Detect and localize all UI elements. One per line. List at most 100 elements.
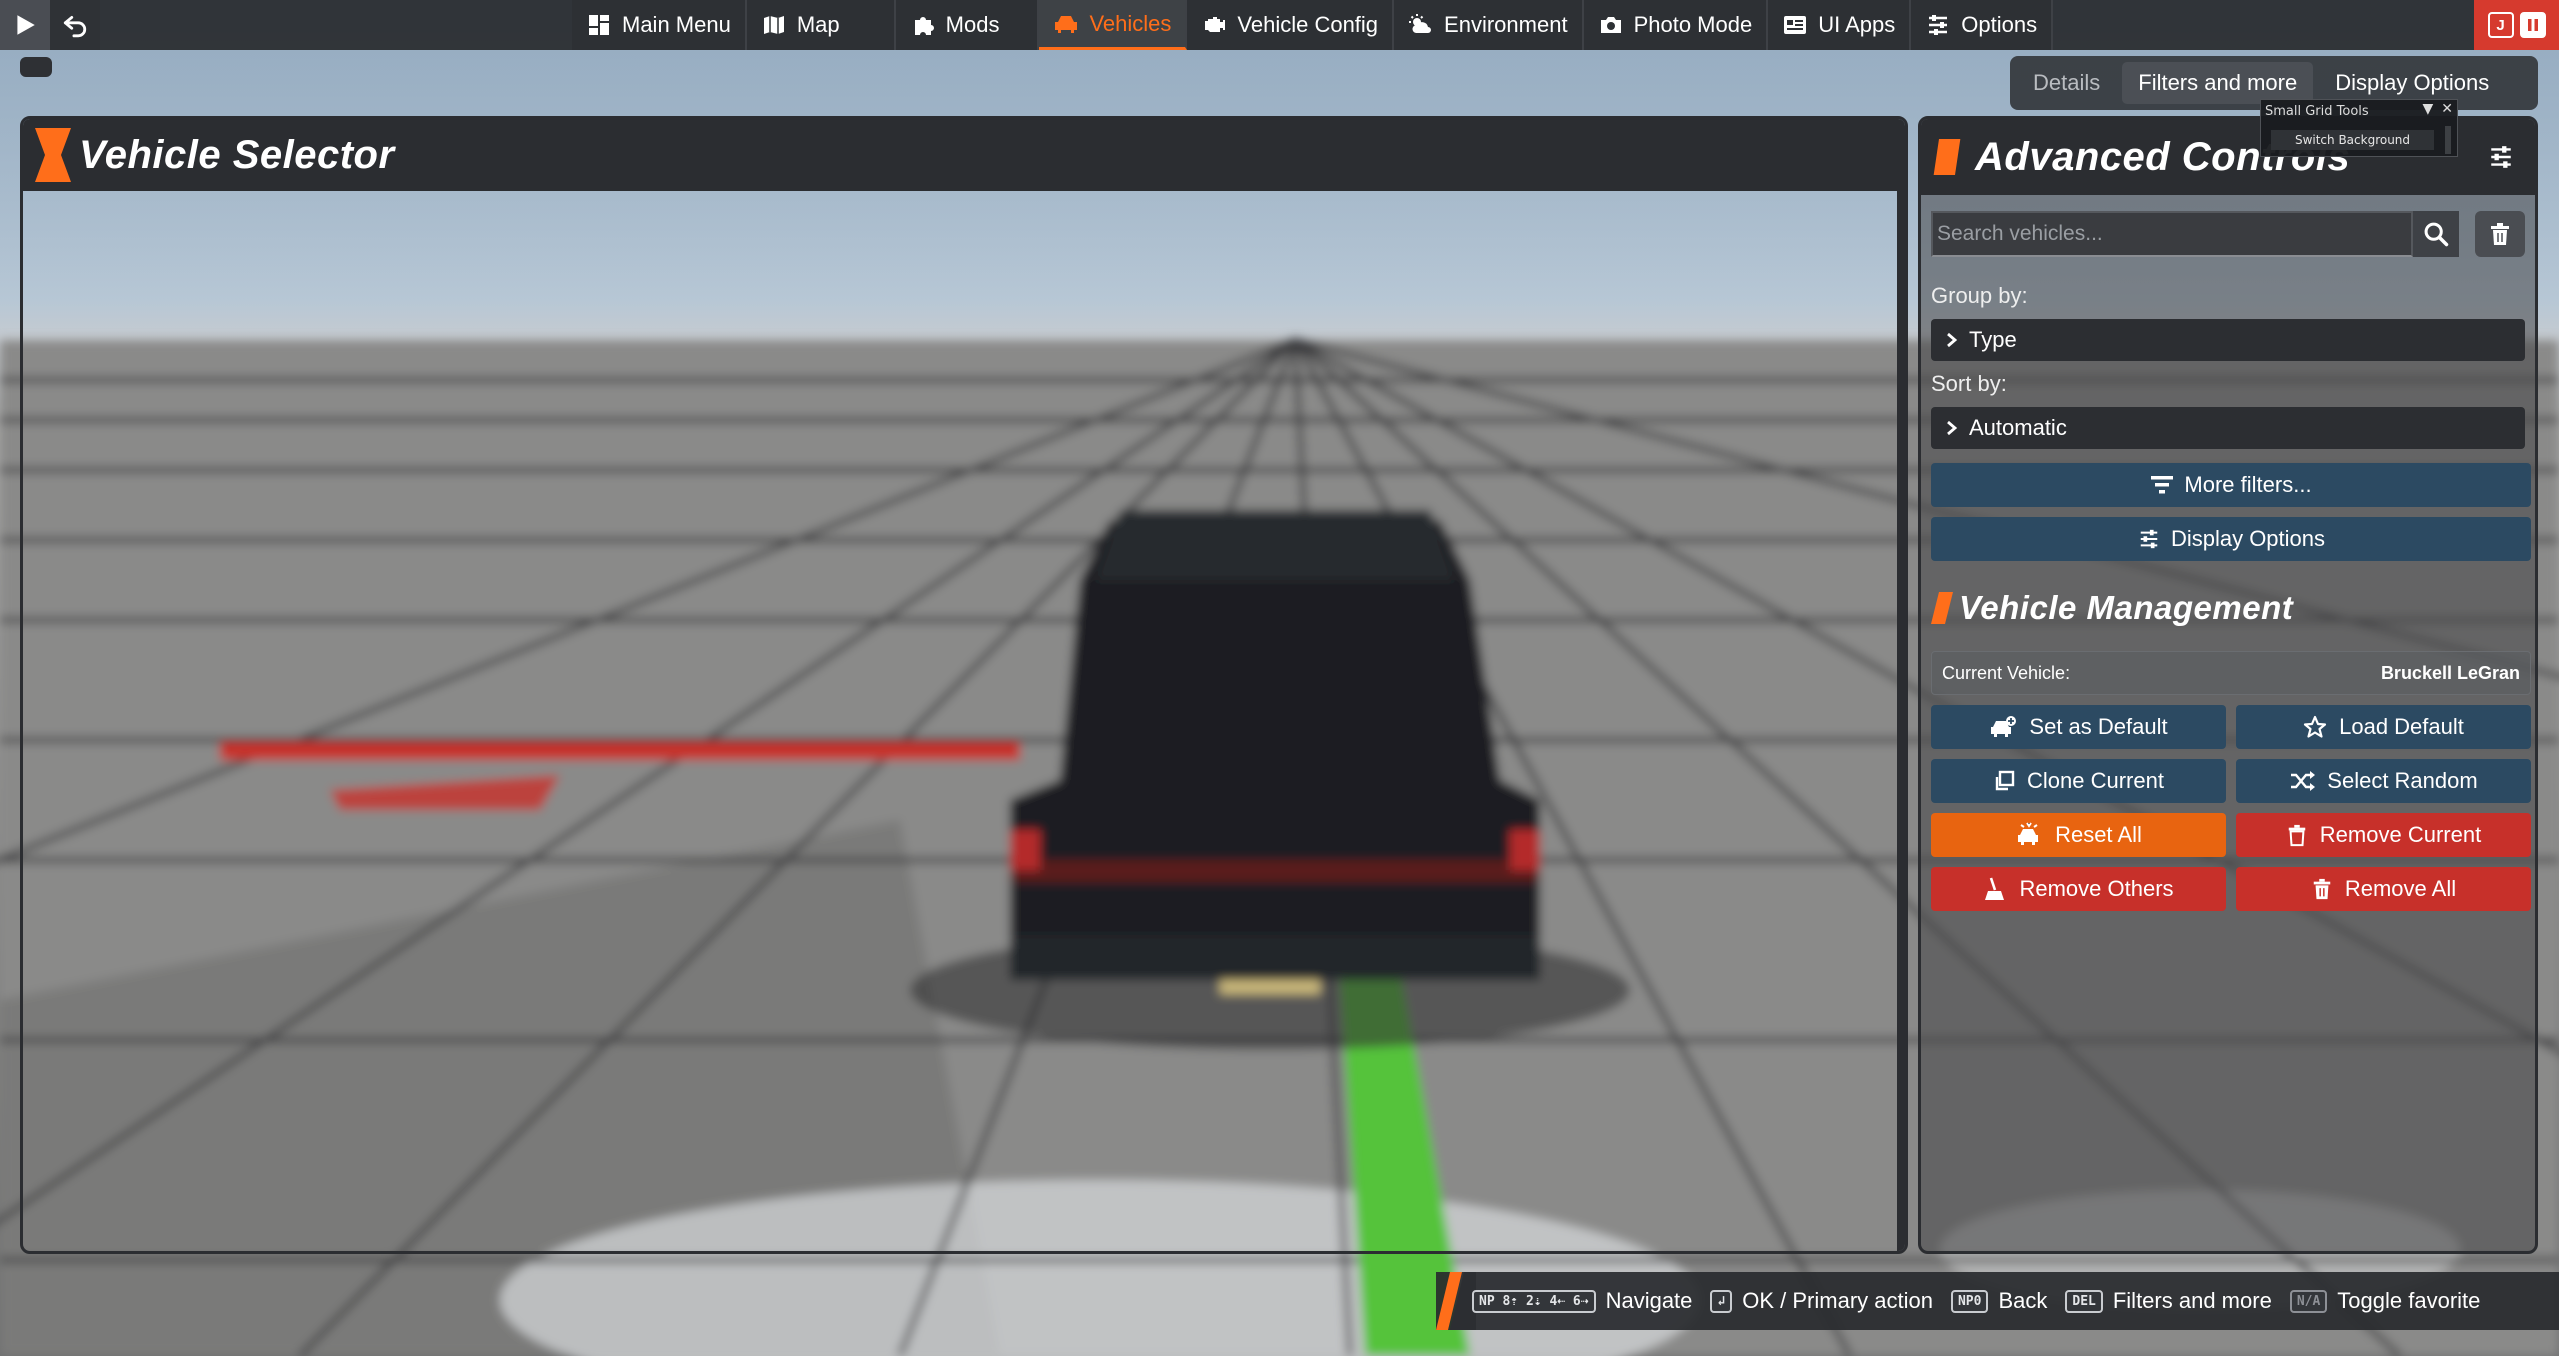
group-by-dropdown[interactable]: Type	[1931, 319, 2525, 361]
j-button[interactable]: J	[2487, 12, 2514, 38]
play-icon	[17, 15, 35, 35]
car-plus-icon	[1991, 716, 2017, 737]
button-label: Remove Current	[2319, 822, 2482, 847]
map-icon	[761, 12, 787, 38]
button-label: Select Random	[2327, 768, 2478, 793]
subtab-details[interactable]: Details	[2017, 62, 2116, 104]
trash-icon	[2313, 878, 2331, 900]
vehicle-selector-header: Vehicle Selector	[23, 119, 1905, 191]
tab-photo-mode[interactable]: Photo Mode	[1583, 0, 1769, 50]
tab-label: Options	[1961, 12, 2038, 37]
small-grid-tools-title: Small Grid Tools	[2265, 104, 2369, 119]
tab-environment[interactable]: Environment	[1394, 0, 1584, 50]
collapsed-indicator[interactable]	[20, 57, 52, 77]
clone-icon	[1995, 770, 2015, 791]
display-options-button[interactable]: Display Options	[1931, 517, 2531, 561]
chevron-right-icon	[1947, 332, 1958, 348]
filter-icon	[2151, 476, 2174, 494]
tab-main-menu[interactable]: Main Menu	[572, 0, 747, 50]
play-button[interactable]	[0, 0, 50, 50]
apps-icon	[1782, 12, 1808, 38]
vehicle-selector-scrollbar[interactable]	[1897, 191, 1905, 1251]
window-controls: J	[2474, 0, 2559, 50]
controls-hint-bar: NP 8⇡ 2⇣ 4⇠ 6⇢ Navigate ↲ OK / Primary a…	[1436, 1272, 2559, 1330]
small-grid-tools-scrollbar[interactable]	[2445, 126, 2451, 154]
tab-map[interactable]: Map	[746, 0, 896, 50]
dashboard-icon	[586, 12, 612, 38]
brand-slash-icon	[35, 128, 71, 182]
button-label: Load Default	[2339, 714, 2464, 739]
tab-label: Map	[796, 12, 840, 37]
vehicle-management-buttons: Set as Default Load Default Clone Curren…	[1931, 705, 2531, 911]
engine-icon	[1201, 12, 1227, 38]
button-label: Reset All	[2055, 822, 2142, 847]
car-icon	[1053, 11, 1079, 37]
subtab-display-options[interactable]: Display Options	[2319, 62, 2505, 104]
reset-car-icon	[2018, 822, 2039, 845]
broom-icon	[1985, 877, 2005, 900]
tab-vehicle-config[interactable]: Vehicle Config	[1187, 0, 1395, 50]
brand-slash-icon	[1931, 592, 1953, 624]
remove-others-button[interactable]: Remove Others	[1931, 867, 2226, 911]
clone-current-button[interactable]: Clone Current	[1931, 759, 2226, 803]
trash-icon	[2288, 824, 2306, 847]
switch-background-button[interactable]: Switch Background	[2271, 130, 2434, 150]
small-grid-tools-window: Small Grid Tools ▼ ✕ Switch Background	[2260, 99, 2458, 157]
puzzle-icon	[910, 12, 936, 38]
pause-icon	[2527, 19, 2538, 31]
trash-icon	[2491, 223, 2510, 245]
tab-ui-apps[interactable]: UI Apps	[1768, 0, 1912, 50]
undo-button[interactable]	[50, 0, 100, 50]
hint-label: Toggle favorite	[2337, 1288, 2481, 1313]
panel-title: Vehicle Selector	[79, 132, 395, 177]
hint-filters: DEL Filters and more	[2065, 1288, 2272, 1314]
button-label: Remove Others	[2019, 876, 2174, 901]
search-input[interactable]	[1931, 211, 2414, 257]
top-menu-bar: Main Menu Map Mods Vehicles Vehicle Conf…	[0, 0, 2559, 50]
sort-by-label: Sort by:	[1931, 371, 2007, 396]
panel-settings-button[interactable]	[2481, 137, 2521, 177]
sliders-icon	[2140, 529, 2158, 549]
key-badge: NP 8⇡ 2⇣ 4⇠ 6⇢	[1472, 1289, 1596, 1313]
brand-slash-icon	[1436, 1272, 1476, 1330]
star-icon	[2304, 715, 2327, 738]
load-default-button[interactable]: Load Default	[2236, 705, 2531, 749]
select-random-button[interactable]: Select Random	[2236, 759, 2531, 803]
key-badge: N/A	[2289, 1289, 2328, 1313]
hint-favorite: N/A Toggle favorite	[2289, 1288, 2481, 1314]
hint-label: OK / Primary action	[1742, 1288, 1933, 1313]
set-as-default-button[interactable]: Set as Default	[1931, 705, 2226, 749]
vehicle-selector-panel: Vehicle Selector	[20, 116, 1908, 1254]
hint-label: Filters and more	[2112, 1288, 2272, 1313]
button-label: Clone Current	[2027, 768, 2164, 793]
chevron-right-icon	[1947, 420, 1958, 436]
key-badge: NP0	[1950, 1289, 1989, 1313]
undo-icon	[63, 16, 87, 38]
search-icon	[2424, 222, 2449, 247]
reset-all-button[interactable]: Reset All	[1931, 813, 2226, 857]
subtab-filters-and-more[interactable]: Filters and more	[2122, 62, 2314, 104]
current-vehicle-label: Current Vehicle:	[1942, 662, 2071, 683]
close-icon[interactable]: ✕	[2441, 101, 2453, 117]
tab-label: Vehicle Config	[1237, 12, 1379, 37]
tab-label: Environment	[1444, 12, 1568, 37]
vehicle-management-heading: Vehicle Management	[1931, 585, 2525, 631]
pause-button[interactable]	[2519, 12, 2546, 38]
key-badge: DEL	[2065, 1289, 2103, 1313]
clear-search-button[interactable]	[2475, 211, 2525, 257]
section-title: Vehicle Management	[1959, 589, 2294, 626]
remove-current-button[interactable]: Remove Current	[2236, 813, 2531, 857]
remove-all-button[interactable]: Remove All	[2236, 867, 2531, 911]
sort-by-dropdown[interactable]: Automatic	[1931, 407, 2525, 449]
tab-label: UI Apps	[1818, 12, 1896, 37]
tab-mods[interactable]: Mods	[895, 0, 1040, 50]
tab-label: Main Menu	[622, 12, 731, 37]
hint-label: Back	[1998, 1288, 2048, 1313]
camera-icon	[1598, 12, 1624, 38]
tab-vehicles[interactable]: Vehicles	[1039, 0, 1188, 50]
search-button[interactable]	[2413, 211, 2460, 257]
more-filters-button[interactable]: More filters...	[1931, 463, 2531, 507]
tab-options[interactable]: Options	[1911, 0, 2054, 50]
collapse-triangle-icon[interactable]: ▼	[2422, 101, 2433, 117]
hint-label: Navigate	[1605, 1288, 1693, 1313]
